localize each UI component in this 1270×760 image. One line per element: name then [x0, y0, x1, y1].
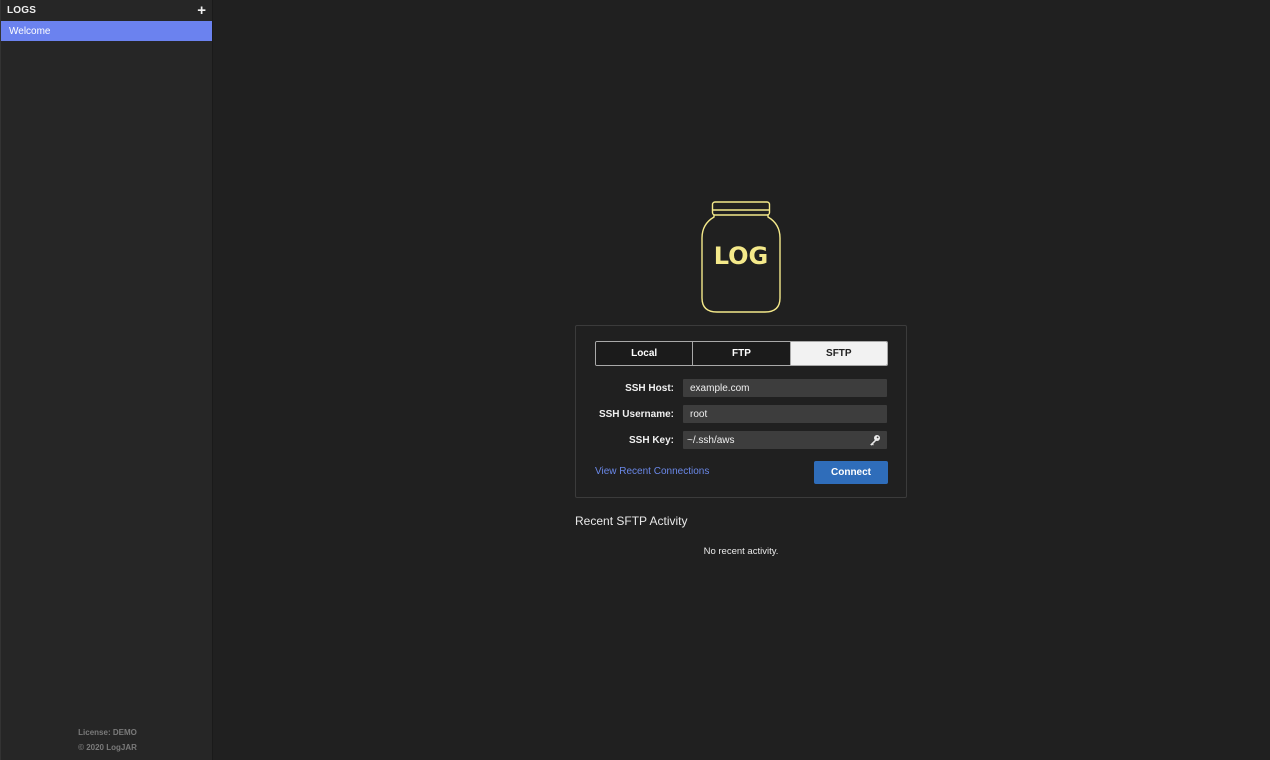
recent-activity-title: Recent SFTP Activity: [575, 514, 688, 528]
license-text: License: DEMO: [78, 728, 137, 737]
tab-ftp[interactable]: FTP: [693, 342, 791, 365]
recent-activity-empty: No recent activity.: [703, 546, 779, 557]
key-icon[interactable]: [869, 434, 881, 446]
ssh-username-label: SSH Username:: [598, 408, 674, 420]
main-content: LOG Local FTP SFTP SSH Host: example.com…: [213, 0, 1270, 760]
add-log-icon[interactable]: +: [197, 3, 206, 18]
view-recent-connections-link[interactable]: View Recent Connections: [595, 466, 709, 477]
sidebar-item-label: Welcome: [9, 25, 51, 37]
sidebar-title: LOGS: [7, 5, 37, 16]
tab-sftp[interactable]: SFTP: [790, 342, 887, 365]
sidebar-header: LOGS +: [1, 0, 212, 21]
ssh-host-label: SSH Host:: [625, 382, 674, 394]
sidebar-footer: License: DEMO © 2020 LogJAR: [1, 725, 214, 755]
copyright-text: © 2020 LogJAR: [78, 743, 137, 752]
ssh-host-input[interactable]: example.com: [683, 379, 887, 397]
sidebar: LOGS + Welcome License: DEMO © 2020 LogJ…: [0, 0, 213, 760]
ssh-username-value: root: [690, 408, 708, 420]
ssh-key-row: SSH Key: ~/.ssh/aws: [576, 431, 908, 449]
connect-button[interactable]: Connect: [814, 461, 888, 484]
tab-local[interactable]: Local: [596, 342, 694, 365]
ssh-username-input[interactable]: root: [683, 405, 887, 423]
ssh-key-label: SSH Key:: [628, 434, 674, 446]
ssh-key-input[interactable]: ~/.ssh/aws: [683, 431, 887, 449]
sidebar-item-welcome[interactable]: Welcome: [1, 21, 212, 41]
ssh-key-value: ~/.ssh/aws: [687, 434, 735, 446]
ssh-host-value: example.com: [690, 382, 750, 394]
connection-panel: Local FTP SFTP SSH Host: example.com SSH…: [575, 325, 907, 498]
logo-text: LOG: [714, 242, 769, 270]
ssh-host-row: SSH Host: example.com: [576, 379, 908, 397]
log-jar-logo-icon: LOG: [701, 201, 781, 313]
ssh-username-row: SSH Username: root: [576, 405, 908, 423]
connection-type-tabs: Local FTP SFTP: [595, 341, 888, 366]
app-window: LOGS + Welcome License: DEMO © 2020 LogJ…: [0, 0, 1270, 760]
